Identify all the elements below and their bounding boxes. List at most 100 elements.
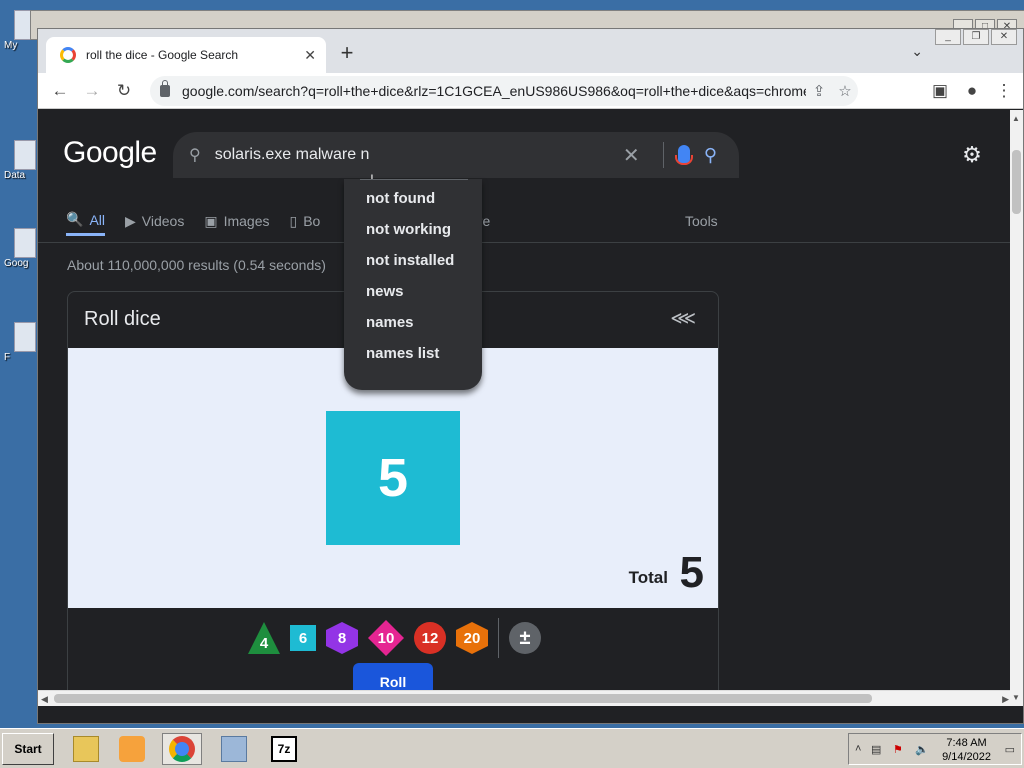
suggestion-item[interactable]: not installed bbox=[344, 251, 482, 282]
modifier-button[interactable]: ± bbox=[509, 622, 541, 654]
clear-search-icon[interactable]: ✕ bbox=[623, 143, 653, 168]
microphone-icon[interactable] bbox=[674, 145, 693, 165]
desktop-icon-label: Goog bbox=[4, 258, 29, 269]
7zip-icon: 7z bbox=[271, 736, 297, 762]
d20-button[interactable]: 20 bbox=[456, 622, 488, 654]
share-icon[interactable]: ⋘ bbox=[670, 308, 696, 329]
taskbar-chrome[interactable] bbox=[162, 733, 202, 765]
d4-button[interactable]: 4 bbox=[248, 622, 280, 654]
clock-time: 7:48 AM bbox=[946, 737, 987, 749]
tab-close-icon[interactable]: ✕ bbox=[304, 47, 316, 64]
taskbar-network[interactable] bbox=[214, 733, 254, 765]
suggestion-item[interactable]: names list bbox=[344, 344, 482, 375]
folder-icon bbox=[73, 736, 99, 762]
card-title: Roll dice bbox=[84, 308, 161, 330]
divider bbox=[662, 142, 664, 168]
suggestion-item[interactable]: names bbox=[344, 313, 482, 344]
scroll-up-icon[interactable]: ▲ bbox=[1012, 114, 1020, 123]
tab-label: Videos bbox=[141, 213, 185, 229]
d12-button[interactable]: 12 bbox=[414, 622, 446, 654]
scroll-right-icon[interactable]: ▶ bbox=[1002, 694, 1009, 705]
tab-label: All bbox=[89, 211, 105, 228]
profile-avatar-icon[interactable]: ● bbox=[960, 79, 984, 103]
system-tray: ˄ ▤ ⚑ 🔈 7:48 AM 9/14/2022 ▭ bbox=[848, 733, 1022, 765]
divider bbox=[498, 618, 499, 658]
shortcut-icon bbox=[14, 228, 36, 258]
clock-date: 9/14/2022 bbox=[942, 751, 991, 763]
tab-label: Images bbox=[223, 213, 270, 229]
search-icon: 🔍 bbox=[66, 211, 84, 227]
tab-label: Bo bbox=[303, 213, 321, 229]
lock-icon[interactable] bbox=[160, 80, 170, 97]
suggestion-item[interactable]: not found bbox=[344, 189, 482, 220]
suggestion-item[interactable]: news bbox=[344, 282, 482, 313]
tray-expand-icon[interactable]: ˄ bbox=[855, 743, 861, 755]
taskbar-media-player[interactable] bbox=[112, 733, 152, 765]
d8-button[interactable]: 8 bbox=[326, 622, 358, 654]
reload-button[interactable]: ↻ bbox=[112, 79, 136, 103]
desktop-icon-label: My bbox=[4, 40, 18, 51]
desktop-icon-google[interactable]: Goog bbox=[0, 228, 36, 269]
tab-title: roll the dice - Google Search bbox=[86, 48, 239, 62]
vertical-scrollbar[interactable]: ▲ ▼ bbox=[1010, 110, 1023, 706]
divider bbox=[38, 242, 1012, 243]
address-bar[interactable]: google.com/search?q=roll+the+dice&rlz=1C… bbox=[150, 76, 858, 106]
taskbar-explorer[interactable] bbox=[66, 733, 106, 765]
search-icon: ⚲ bbox=[189, 147, 201, 164]
tab-search-icon[interactable]: ⌄ bbox=[911, 43, 923, 60]
search-button[interactable]: ⚲ bbox=[704, 145, 717, 166]
horizontal-scrollbar[interactable]: ◀ ▶ bbox=[38, 690, 1012, 706]
search-input[interactable]: solaris.exe malware n bbox=[215, 146, 623, 164]
desktop-icon-f[interactable]: F bbox=[0, 322, 36, 363]
browser-toolbar: ← → ↻ google.com/search?q=roll+the+dice&… bbox=[38, 73, 1023, 109]
tab-strip: roll the dice - Google Search ✕ + ⌄ _ ❐ … bbox=[38, 29, 1023, 73]
scroll-thumb[interactable] bbox=[1012, 150, 1021, 214]
desktop-icon-data[interactable]: Data bbox=[0, 140, 36, 181]
total-value: 5 bbox=[679, 548, 704, 597]
desktop-icon-label: F bbox=[4, 352, 11, 363]
volume-icon[interactable]: 🔈 bbox=[915, 743, 929, 756]
security-alert-icon[interactable]: ⚑ bbox=[893, 743, 903, 756]
d10-button[interactable]: 10 bbox=[368, 620, 404, 656]
tab-books[interactable]: ▯ Bo bbox=[290, 206, 321, 236]
suggestion-item[interactable]: not working bbox=[344, 220, 482, 251]
close-icon[interactable]: ✕ bbox=[991, 29, 1017, 45]
desktop-icon-my-computer[interactable]: My bbox=[0, 10, 36, 51]
show-desktop-icon[interactable]: ▭ bbox=[1005, 743, 1015, 756]
browser-window: roll the dice - Google Search ✕ + ⌄ _ ❐ … bbox=[37, 28, 1024, 724]
new-tab-button[interactable]: + bbox=[334, 41, 360, 67]
forward-button[interactable]: → bbox=[80, 79, 104, 103]
shortcut-icon bbox=[14, 140, 36, 170]
video-icon: ▶ bbox=[125, 212, 136, 229]
url-text[interactable]: google.com/search?q=roll+the+dice&rlz=1C… bbox=[182, 83, 806, 99]
google-favicon-icon bbox=[60, 47, 76, 63]
tab-images[interactable]: ▣ Images bbox=[204, 206, 269, 236]
tab-all[interactable]: 🔍 All bbox=[66, 206, 105, 236]
tab-videos[interactable]: ▶ Videos bbox=[125, 206, 184, 236]
settings-gear-icon[interactable]: ⚙ bbox=[960, 144, 984, 168]
menu-button[interactable]: ⋮ bbox=[992, 79, 1016, 103]
minimize-icon[interactable]: _ bbox=[935, 29, 961, 45]
network-tray-icon[interactable]: ▤ bbox=[871, 743, 881, 756]
bookmark-star-icon[interactable]: ☆ bbox=[832, 82, 858, 100]
d6-button[interactable]: 6 bbox=[290, 625, 316, 651]
network-icon bbox=[221, 736, 247, 762]
scroll-left-icon[interactable]: ◀ bbox=[41, 694, 48, 705]
rolled-die-d6[interactable]: 5 bbox=[326, 411, 460, 545]
tools-button[interactable]: Tools bbox=[685, 213, 718, 229]
side-panel-icon[interactable]: ▣ bbox=[928, 79, 952, 103]
start-label: Start bbox=[14, 742, 42, 756]
scroll-thumb[interactable] bbox=[54, 694, 872, 703]
back-button[interactable]: ← bbox=[48, 79, 72, 103]
divider bbox=[360, 179, 468, 180]
scroll-down-icon[interactable]: ▼ bbox=[1012, 693, 1020, 702]
start-button[interactable]: Start bbox=[2, 733, 54, 765]
clock[interactable]: 7:48 AM 9/14/2022 bbox=[942, 736, 991, 764]
search-box[interactable]: ⚲ solaris.exe malware n ✕ ⚲ bbox=[173, 132, 739, 178]
taskbar-7zip[interactable]: 7z bbox=[264, 733, 304, 765]
restore-icon[interactable]: ❐ bbox=[963, 29, 989, 45]
google-logo[interactable]: Google bbox=[63, 136, 157, 170]
share-icon[interactable]: ⇪ bbox=[806, 82, 832, 100]
image-icon: ▣ bbox=[204, 212, 218, 229]
browser-tab-active[interactable]: roll the dice - Google Search ✕ bbox=[46, 37, 326, 73]
